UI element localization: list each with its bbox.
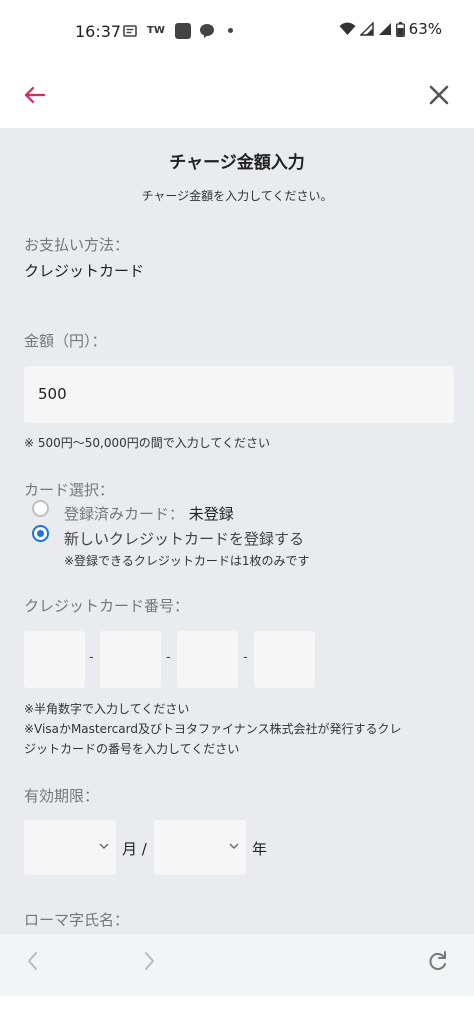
wifi-icon xyxy=(339,22,356,35)
card-number-field-3[interactable] xyxy=(177,631,238,688)
amount-input-value: 500 xyxy=(38,385,67,403)
tw-icon: TW xyxy=(147,25,165,36)
payment-method-label: お支払い方法： xyxy=(24,236,130,254)
card-select-note: ※登録できるクレジットカードは1枚のみです xyxy=(64,554,310,568)
back-button[interactable] xyxy=(20,80,50,110)
app-bar xyxy=(0,62,474,128)
browser-bottom-nav xyxy=(0,934,474,996)
expiry-label: 有効期限： xyxy=(24,787,100,805)
card-number-separator: - xyxy=(89,650,94,665)
card-number-field-4[interactable] xyxy=(254,631,315,688)
payment-method-value: クレジットカード xyxy=(24,262,145,280)
dot-icon xyxy=(228,28,233,33)
registered-card-label: 登録済みカード： xyxy=(64,505,185,523)
card-number-separator: - xyxy=(166,650,171,665)
expiry-month-select[interactable] xyxy=(24,820,116,875)
card-number-note-2: ※VisaかMastercard及びトヨタファイナンス株式会社が発行するクレ xyxy=(24,722,402,736)
close-icon xyxy=(429,85,449,105)
registered-card-status: 未登録 xyxy=(188,505,234,523)
chevron-right-icon xyxy=(145,952,154,970)
new-card-radio[interactable] xyxy=(32,525,49,542)
screen: 16:37 TW 63% チャージ金額入力 チャージ金額を入力してください。 お… xyxy=(0,0,474,1024)
card-number-label: クレジットカード番号： xyxy=(24,597,190,615)
page-subtitle: チャージ金額を入力してください。 xyxy=(141,189,333,203)
new-card-option[interactable]: 新しいクレジットカードを登録する xyxy=(64,528,304,549)
card-number-field-2[interactable] xyxy=(100,631,161,688)
app-icon xyxy=(175,22,191,39)
signal-icon-2 xyxy=(378,23,391,35)
card-number-field-1[interactable] xyxy=(24,631,85,688)
card-number-note-3: ジットカードの番号を入力してください xyxy=(24,742,240,756)
status-bar: 16:37 TW 63% xyxy=(0,0,474,62)
chevron-left-icon xyxy=(28,952,37,970)
expiry-year-suffix: 年 xyxy=(252,840,268,858)
card-number-note-1: ※半角数字で入力してください xyxy=(24,702,190,716)
card-number-separator: - xyxy=(243,650,248,665)
expiry-month-suffix: 月 / xyxy=(122,840,147,858)
message-icon xyxy=(123,22,137,39)
refresh-button[interactable] xyxy=(423,946,453,976)
line-icon xyxy=(199,22,215,39)
arrow-left-icon xyxy=(24,86,46,104)
chevron-down-icon xyxy=(229,843,239,849)
close-button[interactable] xyxy=(424,80,454,110)
signal-icon xyxy=(359,22,374,36)
card-select-label: カード選択： xyxy=(24,481,115,499)
battery-percent: 63% xyxy=(408,20,442,38)
registered-card-radio[interactable] xyxy=(32,500,49,517)
battery-icon xyxy=(395,21,405,37)
content-area: チャージ金額入力 チャージ金額を入力してください。 お支払い方法： クレジットカ… xyxy=(0,128,474,934)
registered-card-option[interactable]: 登録済みカード： 未登録 xyxy=(64,503,234,524)
nav-back-button[interactable] xyxy=(18,946,48,976)
amount-input[interactable]: 500 xyxy=(24,366,454,423)
chevron-down-icon xyxy=(99,843,109,849)
page-title: チャージ金額入力 xyxy=(169,153,305,173)
romaji-name-label: ローマ字氏名： xyxy=(24,911,130,929)
amount-label: 金額（円）： xyxy=(24,332,107,350)
amount-note: ※ 500円〜50,000円の間で入力してください xyxy=(24,436,271,450)
status-right: 63% xyxy=(339,20,442,38)
expiry-year-select[interactable] xyxy=(154,820,246,875)
status-time: 16:37 xyxy=(75,22,122,41)
nav-forward-button[interactable] xyxy=(134,946,164,976)
refresh-icon xyxy=(429,951,446,970)
